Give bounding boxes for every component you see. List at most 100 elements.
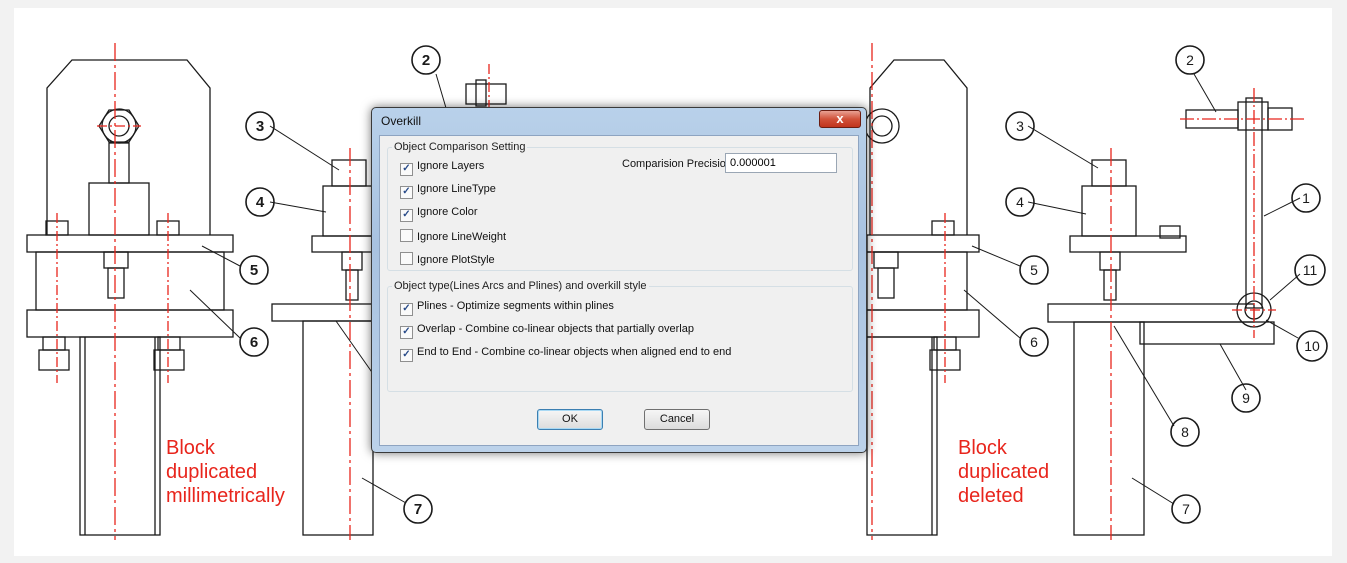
leader-r2: [1193, 73, 1217, 113]
callout-label: 1: [1302, 190, 1310, 206]
callout-label: 5: [1030, 262, 1038, 278]
leader-5: [201, 245, 241, 267]
callout-label: 4: [256, 194, 265, 211]
leader-3: [269, 125, 340, 171]
leader-7: [361, 477, 407, 504]
callout-labels-right: 1 2 3 4 5 6 7 8 9 10 11: [1016, 52, 1320, 517]
callout-label: 8: [1181, 424, 1189, 440]
close-button[interactable]: x: [819, 110, 861, 128]
precision-input[interactable]: [725, 153, 837, 173]
option-label: Ignore PlotStyle: [417, 254, 495, 266]
right-side-arm: [1047, 303, 1255, 323]
option-label: Plines - Optimize segments within plines: [417, 300, 614, 312]
ignore-linetype-checkbox[interactable]: ✓: [400, 186, 413, 199]
right-side-cap: [1091, 159, 1127, 187]
leader-r5: [971, 245, 1021, 267]
left-column: [79, 336, 161, 536]
note-line: duplicated: [958, 461, 1050, 483]
left-bolt-bl: [42, 336, 66, 351]
left-plate: [26, 234, 234, 253]
leader-r7: [1131, 477, 1175, 505]
dialog-titlebar[interactable]: Overkill x: [372, 108, 866, 134]
left-inner-nut: [103, 251, 129, 269]
leader-4: [269, 201, 327, 213]
option-label: Ignore LineType: [417, 183, 496, 195]
ignore-color-checkbox[interactable]: ✓: [400, 209, 413, 222]
cancel-button[interactable]: Cancel: [644, 409, 710, 430]
overlap-option[interactable]: ✓ Overlap - Combine co-linear objects tha…: [400, 323, 694, 339]
ignore-plotstyle-checkbox[interactable]: [400, 252, 413, 265]
right-bracket: [869, 59, 968, 235]
precision-label: Comparision Precision:: [622, 158, 736, 170]
ok-button[interactable]: OK: [537, 409, 603, 430]
left-side-body: [322, 185, 376, 237]
ignore-linetype-option[interactable]: ✓ Ignore LineType: [400, 183, 496, 199]
callout-label: 7: [414, 501, 422, 518]
right-column: [866, 336, 938, 536]
left-side-column: [302, 320, 374, 536]
ignore-layers-option[interactable]: ✓ Ignore Layers: [400, 160, 484, 176]
callout-label: 7: [1182, 501, 1190, 517]
callout-label: 11: [1303, 262, 1318, 278]
note-line: Block: [958, 437, 1007, 459]
option-label: Overlap - Combine co-linear objects that…: [417, 323, 694, 335]
dialog-title: Overkill: [381, 114, 422, 128]
left-side-cap: [331, 159, 367, 187]
right-eye-inner: [871, 115, 893, 137]
note-right: Block duplicated deleted: [958, 436, 1049, 508]
note-line: duplicated: [166, 461, 258, 483]
note-line: deleted: [958, 485, 1024, 507]
right-block: [866, 251, 968, 311]
plines-option[interactable]: ✓ Plines - Optimize segments within pline…: [400, 300, 614, 316]
ignore-color-option[interactable]: ✓ Ignore Color: [400, 206, 478, 222]
left-nut-bl: [38, 349, 70, 371]
callout-label: 3: [256, 118, 264, 135]
callout-label: 6: [250, 334, 258, 351]
callout-label: 2: [422, 52, 430, 69]
close-icon: x: [836, 111, 844, 126]
link-top-block: [1237, 101, 1269, 131]
right-inner-bolt: [877, 267, 895, 299]
option-label: Ignore Color: [417, 206, 478, 218]
callout-label: 6: [1030, 334, 1038, 350]
leader-2: [435, 73, 447, 109]
overkill-dialog[interactable]: Overkill x Object Comparison Setting ✓ Ig…: [371, 107, 867, 453]
leader-arm: [335, 320, 377, 379]
callout-label: 3: [1016, 118, 1024, 134]
left-block: [35, 251, 225, 311]
ignore-layers-checkbox[interactable]: ✓: [400, 163, 413, 176]
right-side-bolt: [1103, 269, 1117, 301]
callout-label: 10: [1304, 338, 1320, 354]
left-bolt-br: [157, 336, 181, 351]
option-label: End to End - Combine co-linear objects w…: [417, 346, 732, 358]
option-label: Ignore LineWeight: [417, 231, 507, 243]
note-line: millimetrically: [166, 485, 285, 507]
right-side-column: [1073, 321, 1145, 536]
left-side-arm: [271, 303, 377, 322]
left-stem: [108, 142, 130, 184]
left-side-bolt: [345, 269, 359, 301]
ignore-lineweight-option[interactable]: Ignore LineWeight: [400, 229, 506, 245]
right-base: [866, 309, 980, 338]
left-inner-bolt: [107, 267, 125, 299]
end-to-end-checkbox[interactable]: ✓: [400, 349, 413, 362]
plines-checkbox[interactable]: ✓: [400, 303, 413, 316]
ignore-lineweight-checkbox[interactable]: [400, 229, 413, 242]
callout-label: 2: [1186, 52, 1194, 68]
right-nut-tr: [931, 220, 955, 236]
ignore-plotstyle-option[interactable]: Ignore PlotStyle: [400, 252, 495, 268]
overlap-checkbox[interactable]: ✓: [400, 326, 413, 339]
left-side-nut: [341, 251, 363, 271]
dialog-body: Object Comparison Setting ✓ Ignore Layers…: [379, 135, 859, 446]
end-to-end-option[interactable]: ✓ End to End - Combine co-linear objects …: [400, 346, 731, 362]
leader-r11: [1269, 273, 1301, 301]
option-label: Ignore Layers: [417, 160, 485, 172]
callout-label: 9: [1242, 390, 1250, 406]
callout-label: 4: [1016, 194, 1024, 210]
note-line: Block: [166, 437, 215, 459]
right-inner-nut: [873, 251, 899, 269]
note-left: Block duplicated millimetrically: [166, 436, 285, 508]
group-legend: Object Comparison Setting: [394, 141, 526, 153]
right-side-body: [1081, 185, 1137, 237]
leader-r3: [1027, 125, 1099, 169]
